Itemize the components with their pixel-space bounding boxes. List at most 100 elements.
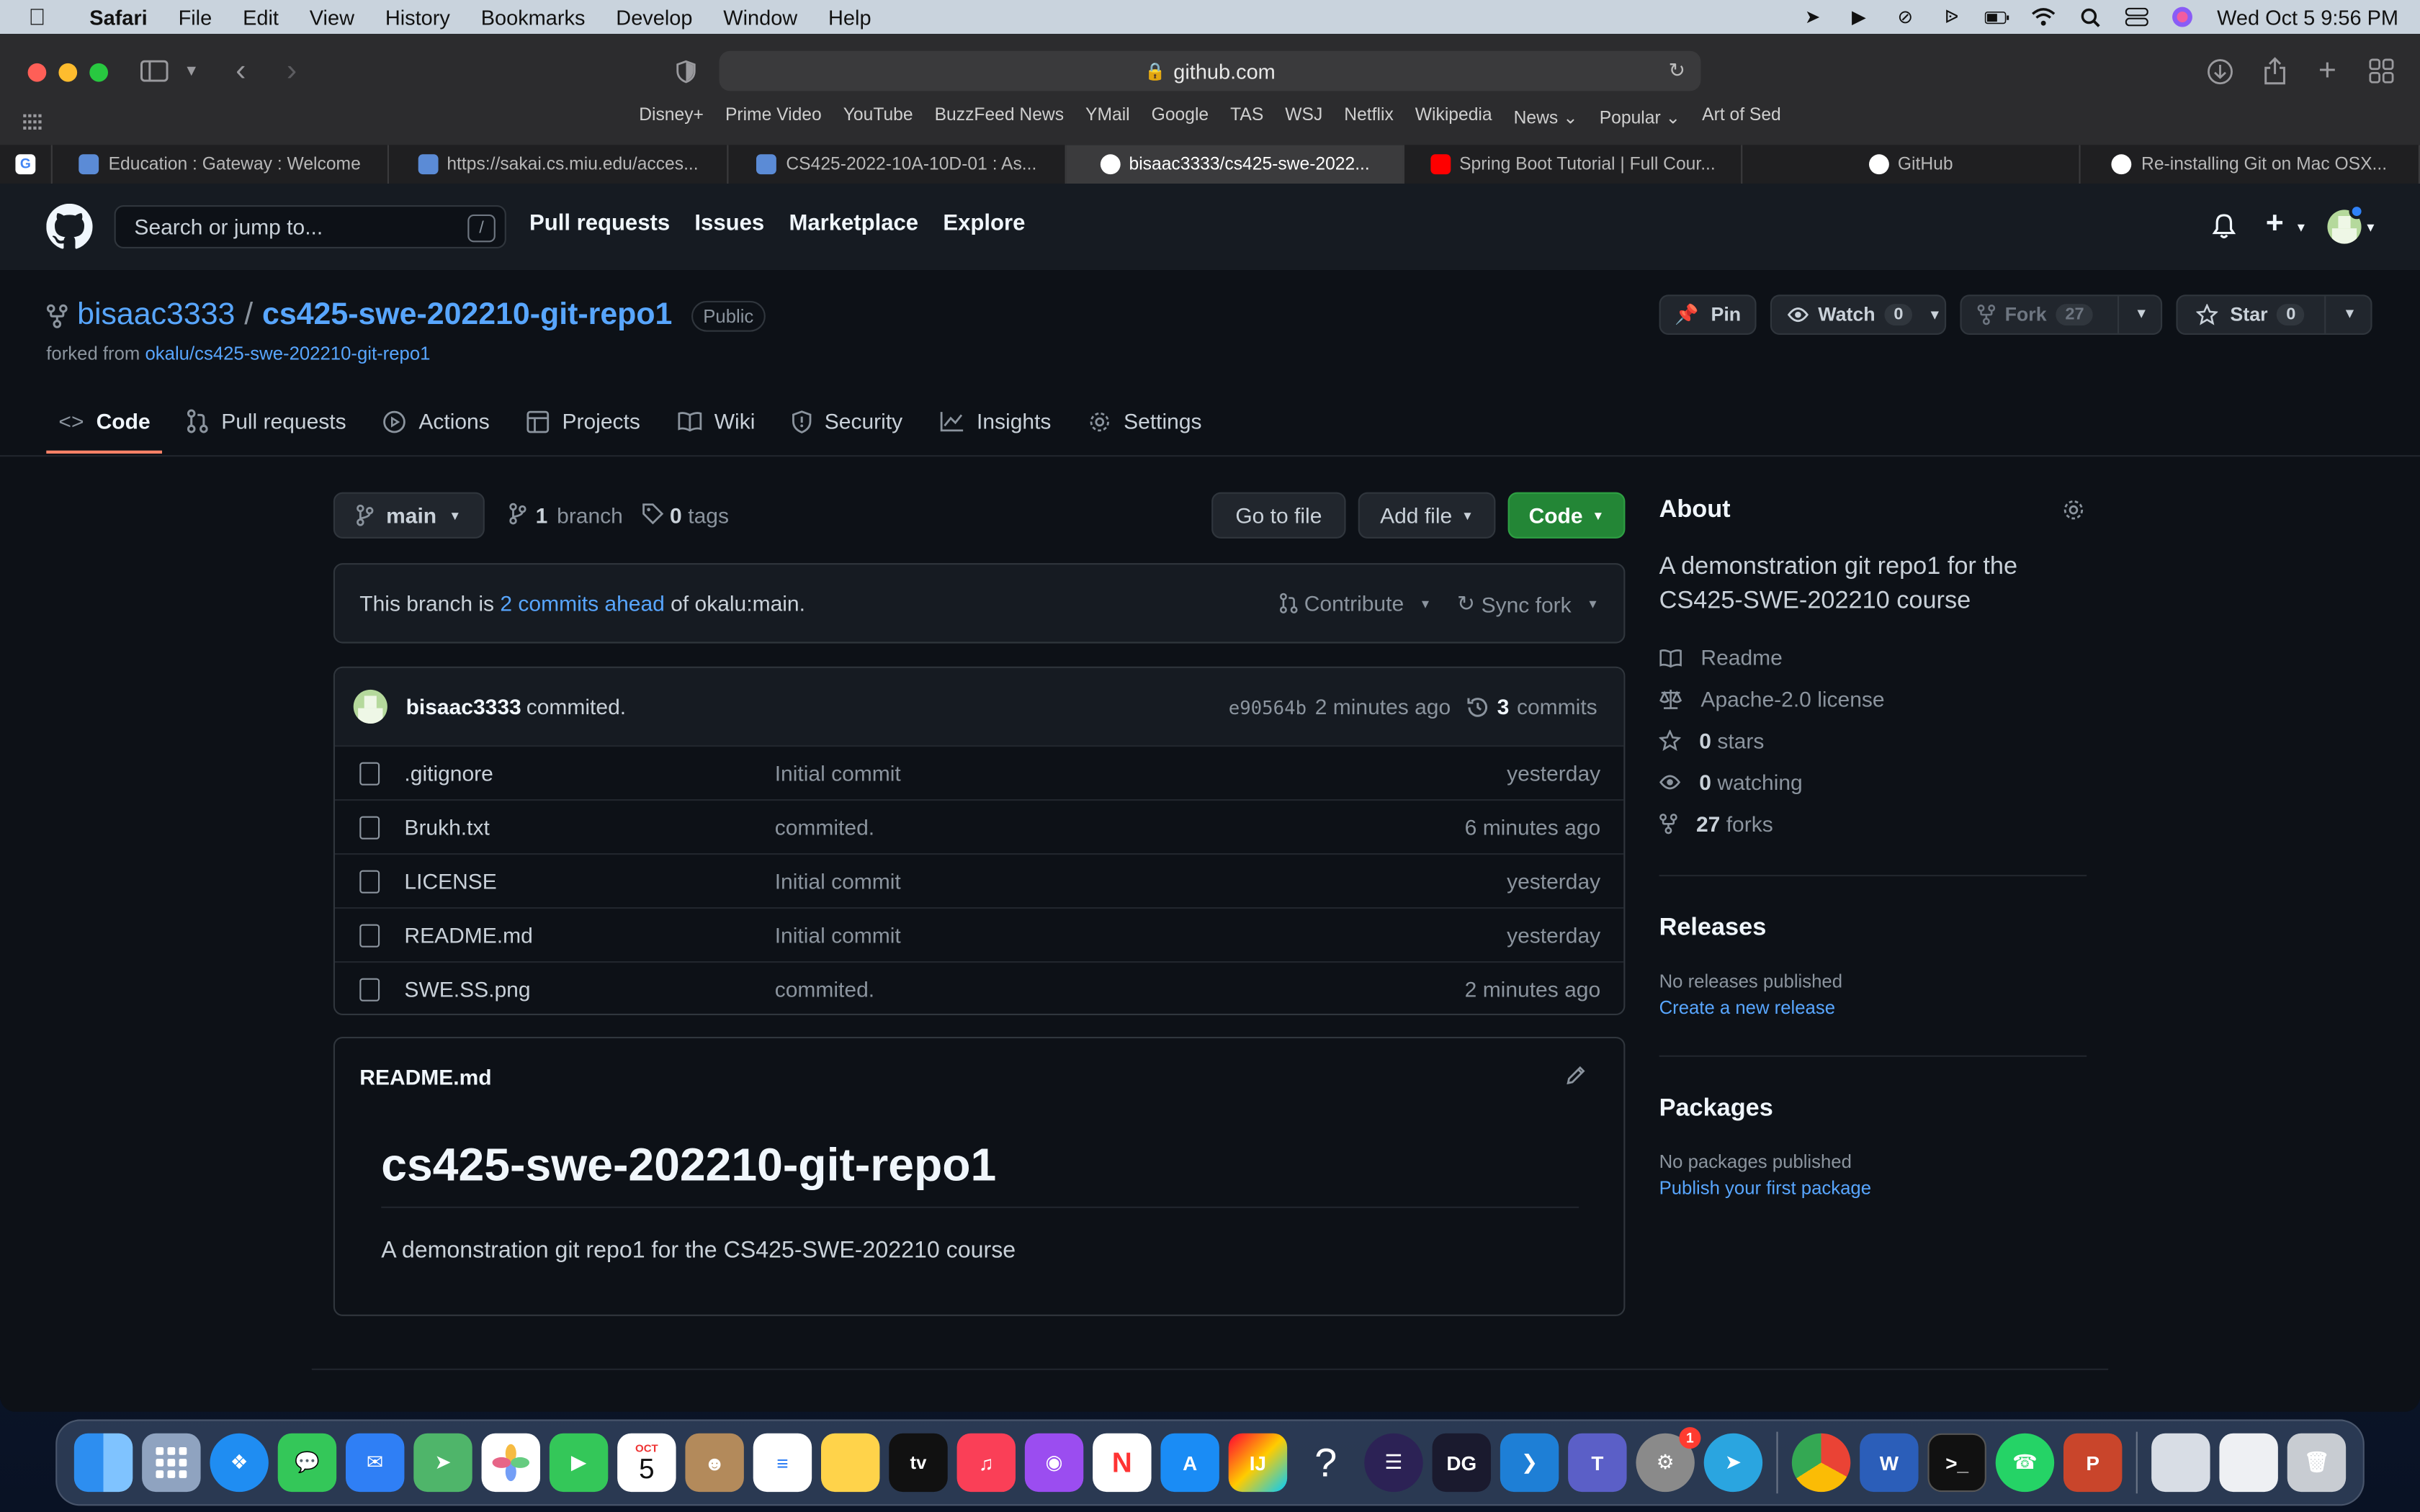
privacy-shield-icon[interactable] [673,58,697,83]
messages-icon[interactable]: 💬 [277,1433,337,1493]
chrome-icon[interactable] [1791,1433,1851,1493]
teams-icon[interactable]: T [1568,1433,1627,1493]
caret-down-icon[interactable]: ▼ [2295,220,2307,234]
repo-owner-link[interactable]: bisaac3333 [77,298,235,333]
minimize-window-button[interactable] [58,63,78,82]
tab-github[interactable]: GitHub [1742,145,2081,184]
file-name[interactable]: SWE.SS.png [404,976,530,1001]
tab-github-repo[interactable]: bisaac3333/cs425-swe-2022... [1066,145,1404,184]
pencil-icon[interactable] [1565,1065,1587,1086]
table-row[interactable]: SWE.SS.png commited. 2 minutes ago [335,961,1624,1014]
tags-link[interactable]: 0 tags [642,503,729,528]
menu-item-edit[interactable]: Edit [228,6,295,29]
control-center-icon[interactable] [2125,6,2149,28]
bluetooth-icon[interactable]: ᐉ [1939,6,1963,28]
tab-actions[interactable]: Actions [371,390,502,452]
favorite-tas[interactable]: TAS [1219,107,1274,138]
tab-sakai[interactable]: https://sakai.cs.miu.edu/acces... [389,145,729,184]
menu-item-file[interactable]: File [163,6,227,29]
apple-tv-icon[interactable]: tv [889,1433,948,1493]
menu-app-name[interactable]: Safari [74,6,163,29]
tab-reinstalling-git[interactable]: Re-installing Git on Mac OSX... [2081,145,2420,184]
table-row[interactable]: LICENSE Initial commit yesterday [335,853,1624,907]
favorite-youtube[interactable]: YouTube [833,107,924,138]
datagrip-icon[interactable]: DG [1432,1433,1491,1493]
nav-marketplace[interactable]: Marketplace [789,212,918,236]
menu-item-help[interactable]: Help [813,6,887,29]
gear-icon[interactable] [2062,498,2085,521]
go-to-file-button[interactable]: Go to file [1211,492,1346,539]
file-commit-message[interactable]: commited. [775,976,874,1001]
packages-heading[interactable]: Packages [1659,1095,1773,1123]
caret-down-icon[interactable]: ▼ [2365,220,2377,234]
notes-icon[interactable] [821,1433,880,1493]
menu-item-window[interactable]: Window [708,6,813,29]
chevron-down-icon[interactable]: ▼ [182,58,201,83]
commit-sha[interactable]: e90564b [1229,698,1307,719]
downloads-icon[interactable] [2205,57,2233,85]
help-question-icon[interactable]: ? [1296,1434,1355,1492]
favorite-buzzfeed[interactable]: BuzzFeed News [924,107,1075,138]
location-arrow-icon[interactable]: ➤ [1801,6,1825,28]
tab-security[interactable]: Security [780,390,915,452]
commit-author[interactable]: bisaac3333 [406,694,521,719]
eclipse-icon[interactable]: ☰ [1364,1433,1423,1493]
calendar-icon[interactable]: OCT 5 [617,1433,676,1493]
caret-down-icon[interactable]: ▼ [2343,305,2357,320]
powerpoint-icon[interactable]: P [2063,1433,2123,1493]
documents-stack-icon[interactable] [2219,1433,2278,1493]
file-commit-message[interactable]: Initial commit [775,922,901,947]
mail-icon[interactable]: ✉ [346,1433,405,1493]
notifications-bell-icon[interactable] [2212,213,2236,239]
file-name[interactable]: LICENSE [404,868,496,893]
favorite-popular[interactable]: Popular ⌄ [1589,107,1691,138]
favorite-disney[interactable]: Disney+ [628,107,714,138]
menu-item-bookmarks[interactable]: Bookmarks [465,6,601,29]
tab-insights[interactable]: Insights [927,390,1063,452]
launchpad-icon[interactable] [142,1433,201,1493]
play-circle-icon[interactable]: ▶ [1847,6,1871,28]
forks-link[interactable]: 27 forks [1659,811,1773,836]
system-preferences-icon[interactable]: ⚙ 1 [1636,1427,1701,1493]
add-file-button[interactable]: Add file ▼ [1358,492,1496,539]
tab-projects[interactable]: Projects [514,390,653,452]
search-input[interactable]: Search or jump to... / [114,205,506,248]
word-icon[interactable]: W [1860,1433,1919,1493]
repo-name-link[interactable]: cs425-swe-202210-git-repo1 [262,298,672,333]
forward-icon[interactable]: › [279,53,304,87]
stars-link[interactable]: 0 stars [1659,728,1764,753]
menu-item-view[interactable]: View [294,6,369,29]
telegram-icon[interactable]: ➤ [1703,1433,1763,1493]
facetime-icon[interactable]: ▶ [549,1433,609,1493]
news-icon[interactable]: N [1093,1433,1152,1493]
tab-education-gateway[interactable]: Education : Gateway : Welcome [53,145,389,184]
finder-icon[interactable] [73,1433,133,1493]
photos-icon[interactable] [481,1433,540,1493]
contacts-icon[interactable]: ☻ [685,1433,744,1493]
favorite-art-of-sed[interactable]: Art of Sed [1691,107,1792,138]
new-tab-icon[interactable]: + [2313,53,2341,87]
tab-wiki[interactable]: Wiki [665,390,767,452]
pin-button[interactable]: 📌 Pin [1659,294,1757,335]
vscode-icon[interactable]: ❯ [1500,1433,1559,1493]
watch-button[interactable]: Watch 0 ▼ [1770,294,1947,335]
table-row[interactable]: Brukh.txt commited. 6 minutes ago [335,799,1624,853]
safari-icon[interactable]: ❖ [210,1433,269,1493]
apple-menu-icon[interactable]:  [0,4,74,30]
readme-filename[interactable]: README.md [359,1065,491,1089]
terminal-icon[interactable]: >_ [1927,1433,1986,1493]
mute-icon[interactable]: ⊘ [1893,6,1917,28]
tab-settings[interactable]: Settings [1076,390,1214,452]
commit-message[interactable]: commited. [526,694,626,719]
create-release-link[interactable]: Create a new release [1659,996,1835,1018]
wifi-icon[interactable] [2032,6,2056,28]
license-link[interactable]: Apache-2.0 license [1659,687,1885,711]
file-commit-message[interactable]: commited. [775,814,874,839]
favorite-wsj[interactable]: WSJ [1274,107,1333,138]
favorite-wikipedia[interactable]: Wikipedia [1404,107,1503,138]
siri-icon[interactable] [2171,6,2195,28]
file-name[interactable]: README.md [404,922,532,947]
github-logo-icon[interactable] [46,203,93,250]
branches-link[interactable]: 1 branch [509,503,623,528]
nav-explore[interactable]: Explore [943,212,1025,236]
